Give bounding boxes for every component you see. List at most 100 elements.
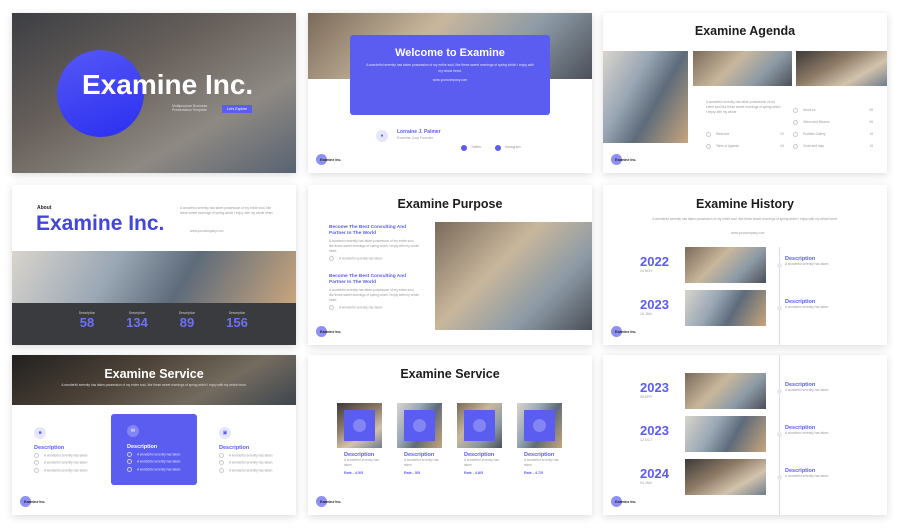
service-text: A wonderful serenity has taken bbox=[344, 458, 379, 467]
history-desc-block: Description A wonderful serenity has take… bbox=[785, 468, 857, 479]
slide-service-2[interactable]: Examine Service Description A wonderful s… bbox=[308, 355, 592, 515]
slide-cover[interactable]: Examine Inc. Multipurpose Business Prese… bbox=[12, 13, 296, 173]
founder-name: Lorraine J. Palmer bbox=[397, 129, 441, 135]
brand-logo: Examine Inc. bbox=[316, 326, 341, 337]
history-date: 08 APR bbox=[640, 395, 652, 399]
purpose-photo bbox=[435, 222, 592, 330]
website-link[interactable]: www.yourcompany.com bbox=[190, 229, 223, 234]
mail-icon: ✉ bbox=[127, 425, 139, 437]
service-title: Examine Service bbox=[104, 367, 204, 381]
agenda-page: 02 bbox=[780, 132, 784, 136]
circle-icon bbox=[127, 459, 132, 465]
explore-button[interactable]: Let's Explore bbox=[222, 105, 253, 113]
history-year-block: 2023 08 APR bbox=[640, 380, 669, 399]
agenda-intro: A wonderful serenity has taken possessio… bbox=[706, 100, 781, 114]
history-desc-block: Description A wonderful serenity has take… bbox=[785, 382, 857, 393]
slide-purpose[interactable]: Examine Purpose Become The Best Consulti… bbox=[308, 185, 592, 345]
history-year-block: 2024 04 JAN bbox=[640, 466, 669, 485]
circle-icon bbox=[127, 466, 132, 472]
history-text: A wonderful serenity has taken bbox=[785, 262, 829, 266]
agenda-item[interactable]: Chart and map 19 bbox=[793, 144, 873, 149]
website-link[interactable]: www.yourcompany.com bbox=[731, 231, 764, 236]
history-date: 04 JAN bbox=[640, 481, 652, 485]
history-year: 2022 bbox=[640, 254, 669, 269]
service-rate: Rate - 4.8/5 bbox=[464, 471, 483, 475]
circle-icon bbox=[793, 132, 798, 137]
agenda-item[interactable]: Portfolio Gallery 15 bbox=[793, 132, 873, 137]
twitter-icon[interactable] bbox=[461, 145, 467, 151]
folder-icon: ■ bbox=[34, 427, 46, 439]
instagram-label[interactable]: Instagram bbox=[505, 145, 521, 149]
agenda-photo-1 bbox=[603, 51, 688, 143]
about-photo bbox=[12, 251, 296, 303]
brand-logo: Examine Inc. bbox=[611, 496, 636, 507]
history-photo bbox=[685, 247, 766, 283]
history-desc-block: Description A wonderful serenity has take… bbox=[785, 256, 857, 267]
timeline-node bbox=[777, 475, 782, 480]
agenda-page: 06 bbox=[869, 120, 873, 124]
twitter-label[interactable]: Twitter bbox=[471, 145, 481, 149]
history-year-block: 2023 19 JAN bbox=[640, 297, 669, 316]
circle-icon bbox=[706, 132, 711, 137]
slide-history-2[interactable]: 2023 08 APR Description A wonderful sereni… bbox=[603, 355, 887, 515]
history-text: A wonderful serenity has taken possessio… bbox=[652, 217, 838, 221]
service-text: A wonderful serenity has taken possessio… bbox=[61, 383, 247, 387]
circle-icon bbox=[219, 467, 224, 473]
history-text: A wonderful serenity has taken bbox=[785, 388, 829, 392]
history-year: 2023 bbox=[640, 297, 669, 312]
website-link[interactable]: www.yourcompany.com bbox=[366, 78, 534, 82]
circle-icon bbox=[793, 120, 798, 125]
service-rate: Rate - 4.5/5 bbox=[344, 471, 363, 475]
service-desc: Description bbox=[34, 445, 65, 451]
service-column: Description A wonderful serenity has tak… bbox=[127, 444, 197, 472]
service-icon-tile bbox=[404, 410, 435, 441]
timeline-node bbox=[777, 432, 782, 437]
slide-about[interactable]: About Examine Inc. A wonderful serenity … bbox=[12, 185, 296, 345]
agenda-photo-3 bbox=[796, 51, 887, 86]
history-text: A wonderful serenity has taken bbox=[785, 474, 829, 478]
purpose-heading: Become The Best Consulting And Partner I… bbox=[329, 274, 407, 285]
slide-welcome[interactable]: Welcome to Examine A wonderful serenity … bbox=[308, 13, 592, 173]
agenda-title: Examine Agenda bbox=[694, 24, 796, 38]
service-icon-tile bbox=[524, 410, 555, 441]
circle-icon bbox=[793, 108, 798, 113]
stat: Description 156 bbox=[217, 311, 257, 330]
purpose-block: Become The Best Consulting And Partner I… bbox=[329, 274, 419, 310]
agenda-item[interactable]: Vision and Mission 06 bbox=[793, 120, 873, 125]
instagram-icon[interactable] bbox=[495, 145, 501, 151]
agenda-item[interactable]: About us 05 bbox=[793, 108, 873, 113]
cover-subtitle: Multipurpose Business Presentation Templ… bbox=[172, 104, 208, 112]
circle-icon bbox=[793, 144, 798, 149]
service-title: Examine Service bbox=[400, 367, 500, 381]
service-text: A wonderful serenity has taken bbox=[404, 458, 439, 467]
user-icon: ● bbox=[376, 130, 388, 142]
service-card: Description A wonderful serenity has take… bbox=[404, 452, 440, 475]
purpose-text: A wonderful serenity has taken possessio… bbox=[329, 239, 419, 253]
cover-title: Examine Inc. bbox=[82, 69, 254, 100]
agenda-page: 19 bbox=[869, 144, 873, 148]
agenda-item[interactable]: Welcome 02 bbox=[706, 132, 784, 137]
agenda-item[interactable]: Table of Agenda 04 bbox=[706, 144, 784, 149]
slide-agenda[interactable]: Examine Agenda A wonderful serenity has … bbox=[603, 13, 887, 173]
agenda-photo-2 bbox=[693, 51, 792, 86]
circle-icon bbox=[34, 453, 39, 458]
welcome-text: A wonderful serenity has taken possessio… bbox=[366, 63, 534, 73]
history-year: 2023 bbox=[640, 423, 669, 438]
brand-logo: Examine Inc. bbox=[316, 496, 341, 507]
history-text: A wonderful serenity has taken bbox=[785, 431, 829, 435]
service-icon-tile bbox=[344, 410, 375, 441]
slide-service-1[interactable]: Examine Service A wonderful serenity has… bbox=[12, 355, 296, 515]
history-photo bbox=[685, 416, 766, 452]
stat-value: 58 bbox=[79, 315, 95, 330]
brand-logo: Examine Inc. bbox=[611, 326, 636, 337]
circle-icon bbox=[329, 305, 334, 310]
service-text: A wonderful serenity has taken bbox=[524, 458, 559, 467]
timeline-line bbox=[779, 247, 780, 345]
circle-icon bbox=[219, 460, 224, 466]
history-desc-block: Description A wonderful serenity has take… bbox=[785, 425, 857, 436]
circle-icon bbox=[127, 452, 132, 457]
stat-value: 156 bbox=[226, 315, 248, 330]
slide-history[interactable]: Examine History A wonderful serenity has… bbox=[603, 185, 887, 345]
stat: Description 134 bbox=[117, 311, 157, 330]
history-photo bbox=[685, 459, 766, 495]
